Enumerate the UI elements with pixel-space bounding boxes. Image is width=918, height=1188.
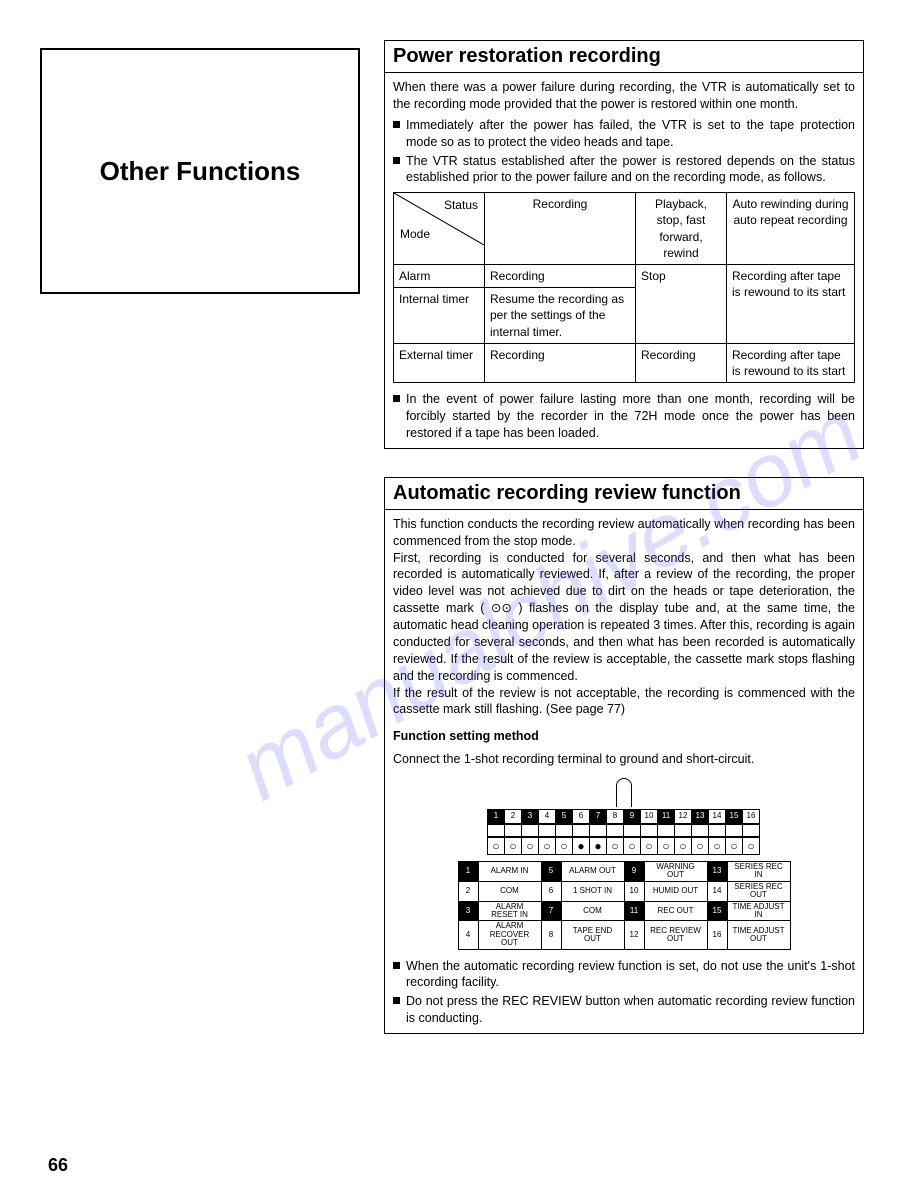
page-number: 66 <box>48 1155 68 1176</box>
table-cell: Recording <box>485 343 636 382</box>
bullet-text: Do not press the REC REVIEW button when … <box>406 993 855 1027</box>
chapter-title: Other Functions <box>100 156 301 187</box>
section2-p3: If the result of the review is not accep… <box>393 685 855 719</box>
section2-p2: First, recording is conducted for severa… <box>393 550 855 685</box>
table-cell: Recording <box>636 343 727 382</box>
table-row-alarm-mode: Alarm <box>394 265 485 288</box>
bullet-text: When the automatic recording review func… <box>406 958 855 992</box>
section1-intro: When there was a power failure during re… <box>393 79 855 113</box>
terminal-mid-row <box>393 824 855 837</box>
bullet-text: The VTR status established after the pow… <box>406 153 855 187</box>
table-cell: Stop <box>636 265 727 344</box>
table-row-external-mode: External timer <box>394 343 485 382</box>
table-col-autorewind: Auto rewinding during auto repeat record… <box>727 193 855 265</box>
section-auto-review: Automatic recording review function This… <box>384 477 864 1034</box>
section2-end-bullet-2: Do not press the REC REVIEW button when … <box>393 993 855 1027</box>
section1-bullet-1: Immediately after the power has failed, … <box>393 117 855 151</box>
table-cell: Recording after tape is rewound to its s… <box>727 265 855 344</box>
square-bullet-icon <box>393 962 400 969</box>
square-bullet-icon <box>393 121 400 128</box>
section2-end-bullet-1: When the automatic recording review func… <box>393 958 855 992</box>
table-row-internal-mode: Internal timer <box>394 288 485 344</box>
section-power-restoration: Power restoration recording When there w… <box>384 40 864 449</box>
section1-bullet-2: The VTR status established after the pow… <box>393 153 855 187</box>
bullet-text: In the event of power failure lasting mo… <box>406 391 855 442</box>
terminal-bottom-row <box>393 837 855 855</box>
section1-after-bullet: In the event of power failure lasting mo… <box>393 391 855 442</box>
power-restoration-table: Status Mode Recording Playback, stop, fa… <box>393 192 855 383</box>
section1-title: Power restoration recording <box>385 41 863 73</box>
table-cell: Recording <box>485 265 636 288</box>
square-bullet-icon <box>393 395 400 402</box>
terminal-diagram: 1234 5678 9101112 13141516 <box>393 778 855 950</box>
table-col-playback: Playback, stop, fast forward, rewind <box>636 193 727 265</box>
connect-instruction: Connect the 1-shot recording terminal to… <box>393 751 855 768</box>
table-corner-mode: Mode <box>400 226 430 242</box>
table-col-recording: Recording <box>485 193 636 265</box>
terminal-legend-table: 1ALARM IN 5ALARM OUT 9WARNING OUT 13SERI… <box>458 861 791 950</box>
page-content: Other Functions Power restoration record… <box>0 0 918 1062</box>
table-cell: Resume the recording as per the settings… <box>485 288 636 344</box>
bullet-text: Immediately after the power has failed, … <box>406 117 855 151</box>
table-corner-status: Status <box>444 197 478 213</box>
section2-title: Automatic recording review function <box>385 478 863 510</box>
square-bullet-icon <box>393 157 400 164</box>
section2-p1: This function conducts the recording rev… <box>393 516 855 550</box>
terminal-numbers-row: 1234 5678 9101112 13141516 <box>393 809 855 824</box>
chapter-title-box: Other Functions <box>40 48 360 294</box>
function-setting-heading: Function setting method <box>393 728 855 745</box>
table-cell: Recording after tape is rewound to its s… <box>727 343 855 382</box>
square-bullet-icon <box>393 997 400 1004</box>
short-circuit-arc-icon <box>616 778 632 807</box>
